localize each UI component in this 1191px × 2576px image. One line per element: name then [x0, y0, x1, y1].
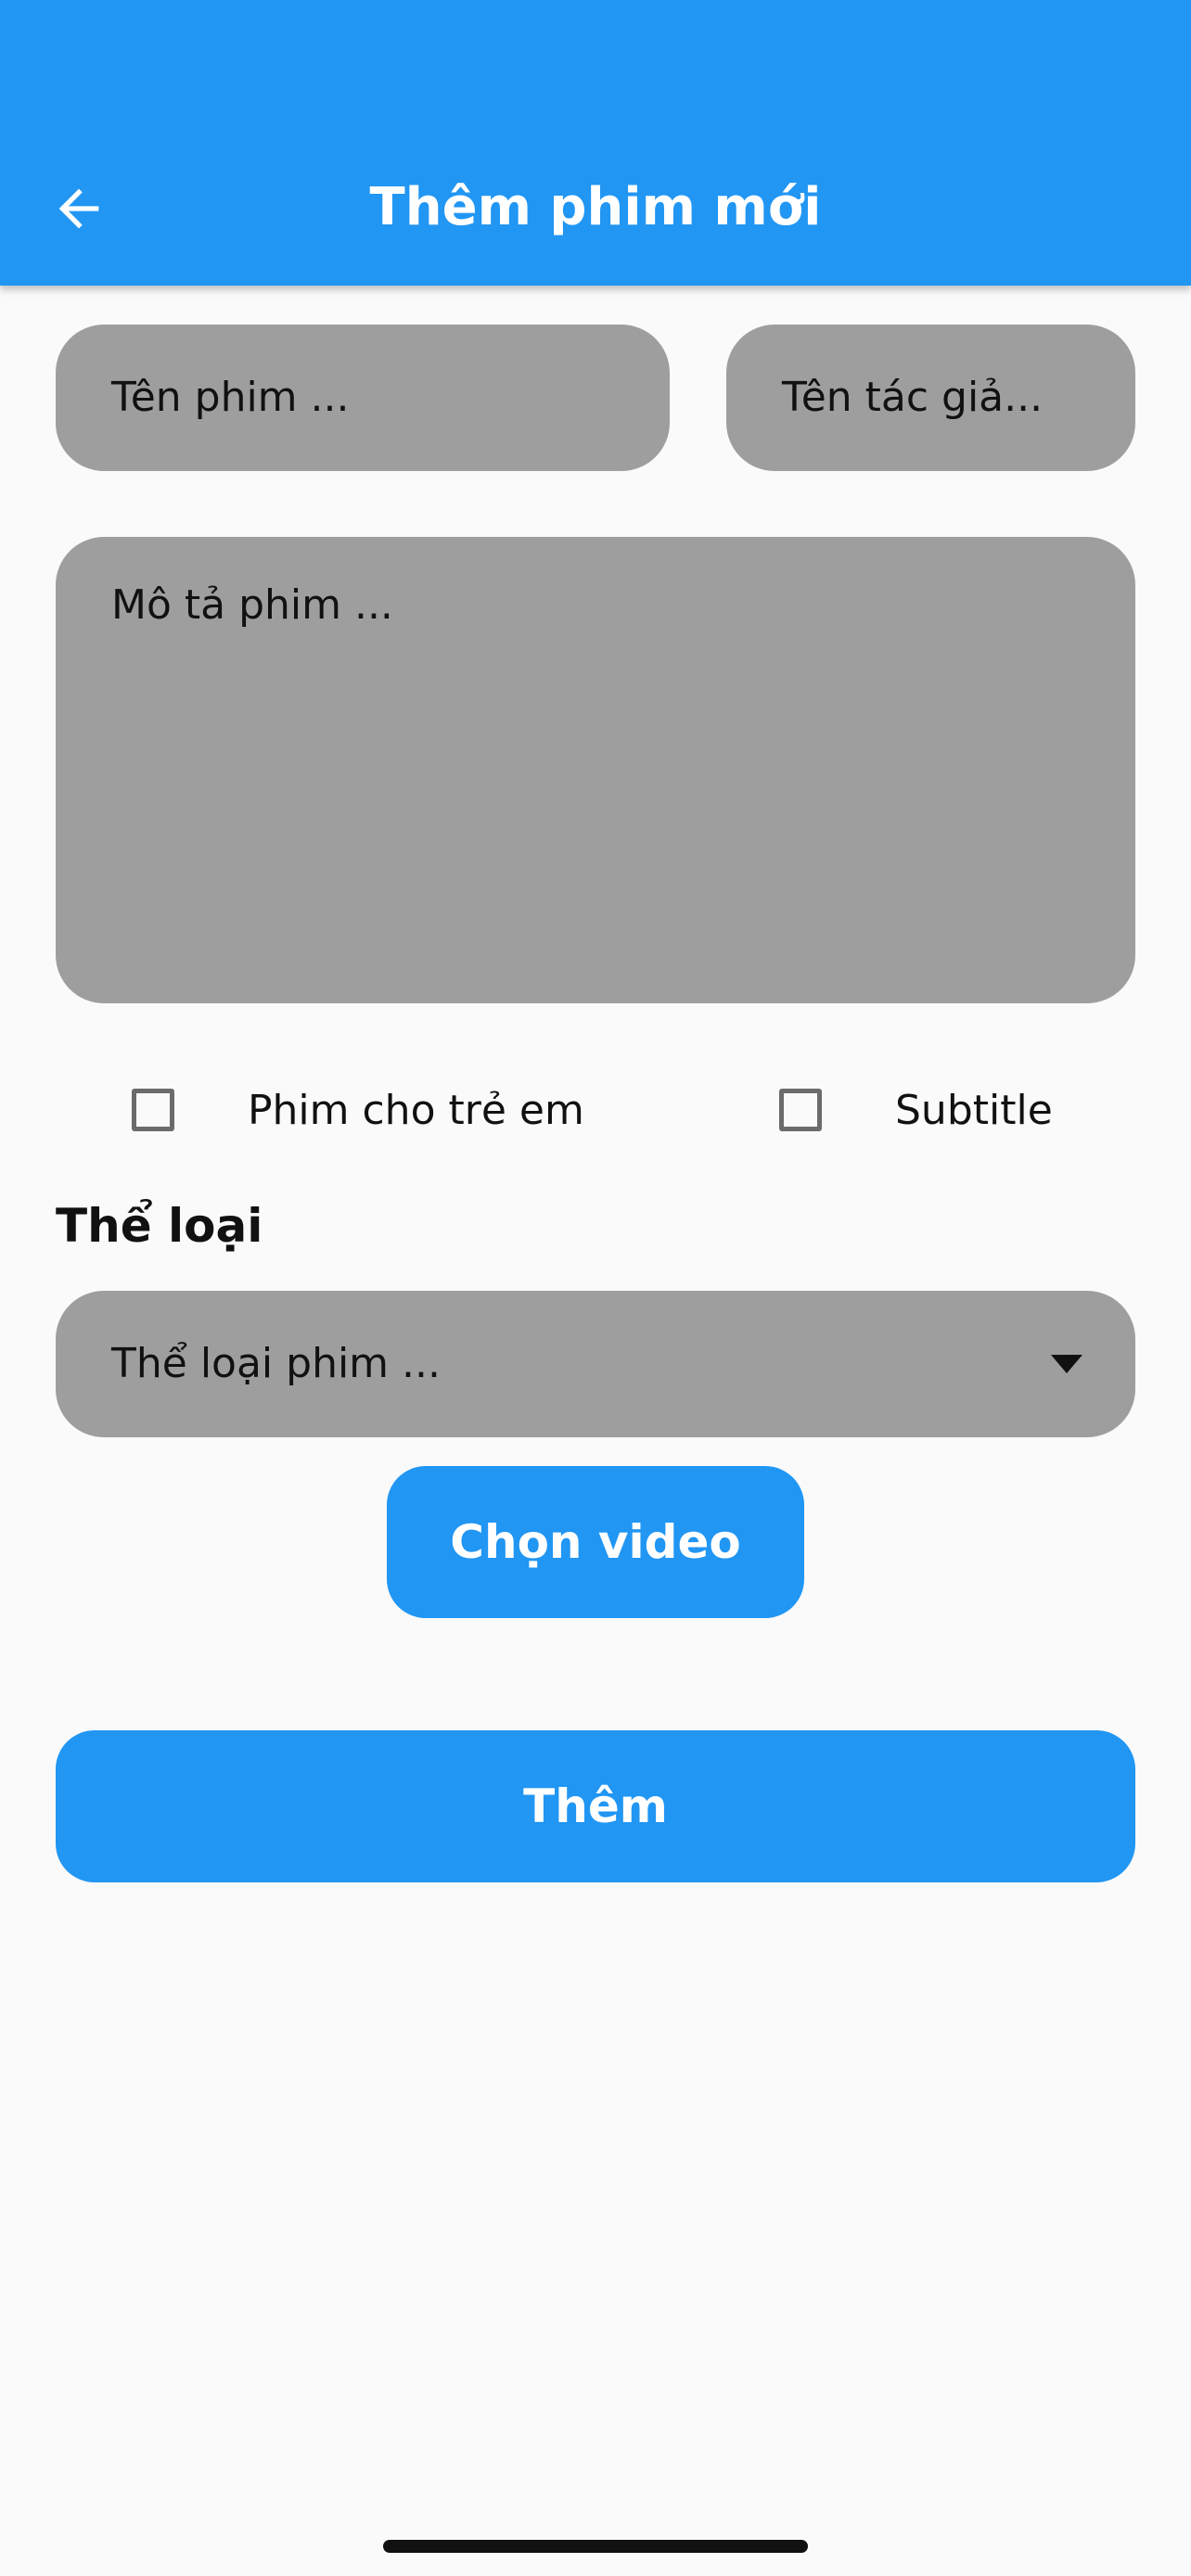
kids-movie-checkbox[interactable]: [132, 1089, 174, 1131]
movie-name-placeholder: Tên phim ...: [111, 374, 350, 421]
app-bar: Thêm phim mới: [0, 0, 1191, 286]
kids-movie-label: Phim cho trẻ em: [248, 1086, 584, 1134]
add-button[interactable]: Thêm: [56, 1730, 1135, 1882]
genre-section-title: Thể loại: [56, 1199, 263, 1253]
genre-select[interactable]: Thể loại phim ...: [56, 1291, 1135, 1437]
page-title: Thêm phim mới: [369, 177, 822, 237]
home-indicator: [383, 2540, 808, 2553]
genre-select-placeholder: Thể loại phim ...: [111, 1340, 441, 1387]
description-textarea[interactable]: Mô tả phim ...: [56, 537, 1135, 1003]
description-placeholder: Mô tả phim ...: [111, 581, 393, 629]
subtitle-option: Subtitle: [779, 1080, 1053, 1140]
choose-video-button[interactable]: Chọn video: [387, 1466, 804, 1618]
caret-down-icon: [1051, 1355, 1082, 1373]
movie-name-input[interactable]: Tên phim ...: [56, 325, 670, 471]
subtitle-label: Subtitle: [895, 1086, 1053, 1134]
subtitle-checkbox[interactable]: [779, 1089, 822, 1131]
author-input[interactable]: Tên tác giả...: [726, 325, 1135, 471]
kids-movie-option: Phim cho trẻ em: [132, 1080, 584, 1140]
author-placeholder: Tên tác giả...: [782, 374, 1044, 421]
